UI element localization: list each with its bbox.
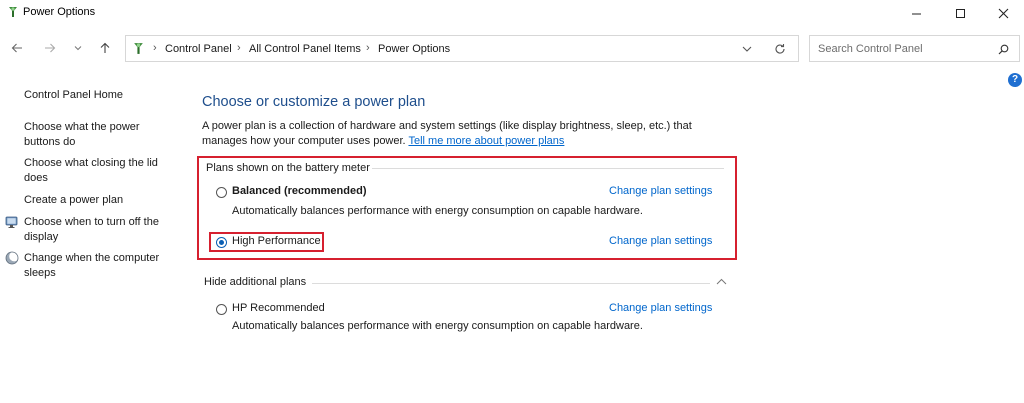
change-plan-settings-balanced[interactable]: Change plan settings: [609, 185, 712, 197]
forward-arrow-icon: [45, 43, 56, 53]
maximize-icon: [955, 8, 965, 18]
forward-button[interactable]: [40, 38, 60, 58]
page-description: A power plan is a collection of hardware…: [202, 119, 722, 149]
monitor-icon: [5, 216, 18, 228]
help-icon[interactable]: ?: [1008, 73, 1022, 87]
recent-locations-button[interactable]: [68, 38, 88, 58]
refresh-icon[interactable]: [774, 43, 786, 55]
title-bar: Power Options: [0, 0, 1024, 26]
sidebar-item-power-buttons[interactable]: Choose what the power buttons do: [24, 120, 152, 150]
chevron-down-icon[interactable]: [742, 46, 752, 53]
change-plan-settings-high-performance[interactable]: Change plan settings: [609, 235, 712, 247]
minimize-button[interactable]: [896, 0, 936, 26]
plan-name-high-performance[interactable]: High Performance: [232, 235, 321, 247]
breadcrumb-power-options[interactable]: Power Options: [378, 43, 450, 55]
plan-description-balanced: Automatically balances performance with …: [232, 205, 643, 217]
plan-name-balanced[interactable]: Balanced (recommended): [232, 185, 366, 197]
breadcrumb-control-panel[interactable]: Control Panel: [165, 43, 232, 55]
window-title: Power Options: [23, 6, 96, 18]
back-arrow-icon: [11, 43, 22, 53]
sidebar-item-closing-lid[interactable]: Choose what closing the lid does: [24, 156, 164, 186]
search-box[interactable]: Search Control Panel: [809, 35, 1020, 62]
minimize-icon: [911, 13, 921, 14]
sidebar-item-create-plan[interactable]: Create a power plan: [24, 193, 174, 208]
breadcrumb-all-items[interactable]: All Control Panel Items: [249, 43, 361, 55]
plan-description-hp-recommended: Automatically balances performance with …: [232, 320, 643, 332]
learn-more-link[interactable]: Tell me more about power plans: [408, 135, 564, 147]
chevron-up-icon[interactable]: [716, 278, 727, 285]
maximize-button[interactable]: [940, 0, 980, 26]
search-icon[interactable]: [998, 44, 1009, 55]
back-button[interactable]: [7, 38, 27, 58]
breadcrumb-separator: ›: [366, 42, 370, 54]
close-button[interactable]: [983, 0, 1023, 26]
chevron-down-icon: [74, 46, 82, 51]
plan-name-hp-recommended[interactable]: HP Recommended: [232, 302, 325, 314]
control-panel-icon: [134, 43, 143, 54]
breadcrumb-separator: ›: [153, 42, 157, 54]
page-title: Choose or customize a power plan: [202, 94, 426, 110]
close-icon: [998, 8, 1008, 18]
plan-radio-hp-recommended[interactable]: [216, 304, 227, 315]
sidebar-item-control-panel-home[interactable]: Control Panel Home: [24, 88, 174, 103]
search-input[interactable]: Search Control Panel: [818, 43, 923, 55]
up-button[interactable]: [95, 38, 115, 58]
change-plan-settings-hp-recommended[interactable]: Change plan settings: [609, 302, 712, 314]
up-arrow-icon: [100, 42, 110, 53]
hide-additional-plans-toggle[interactable]: Hide additional plans: [204, 276, 306, 288]
sidebar-item-computer-sleeps[interactable]: Change when the computer sleeps: [24, 251, 164, 281]
plan-radio-balanced[interactable]: [216, 187, 227, 198]
sidebar-item-turn-off-display[interactable]: Choose when to turn off the display: [24, 215, 164, 245]
breadcrumb-separator: ›: [237, 42, 241, 54]
moon-sleep-icon: [5, 251, 19, 265]
power-options-app-icon: [9, 7, 17, 17]
plan-radio-high-performance[interactable]: [216, 237, 227, 248]
address-bar[interactable]: › Control Panel › All Control Panel Item…: [125, 35, 799, 62]
divider: [312, 283, 710, 284]
